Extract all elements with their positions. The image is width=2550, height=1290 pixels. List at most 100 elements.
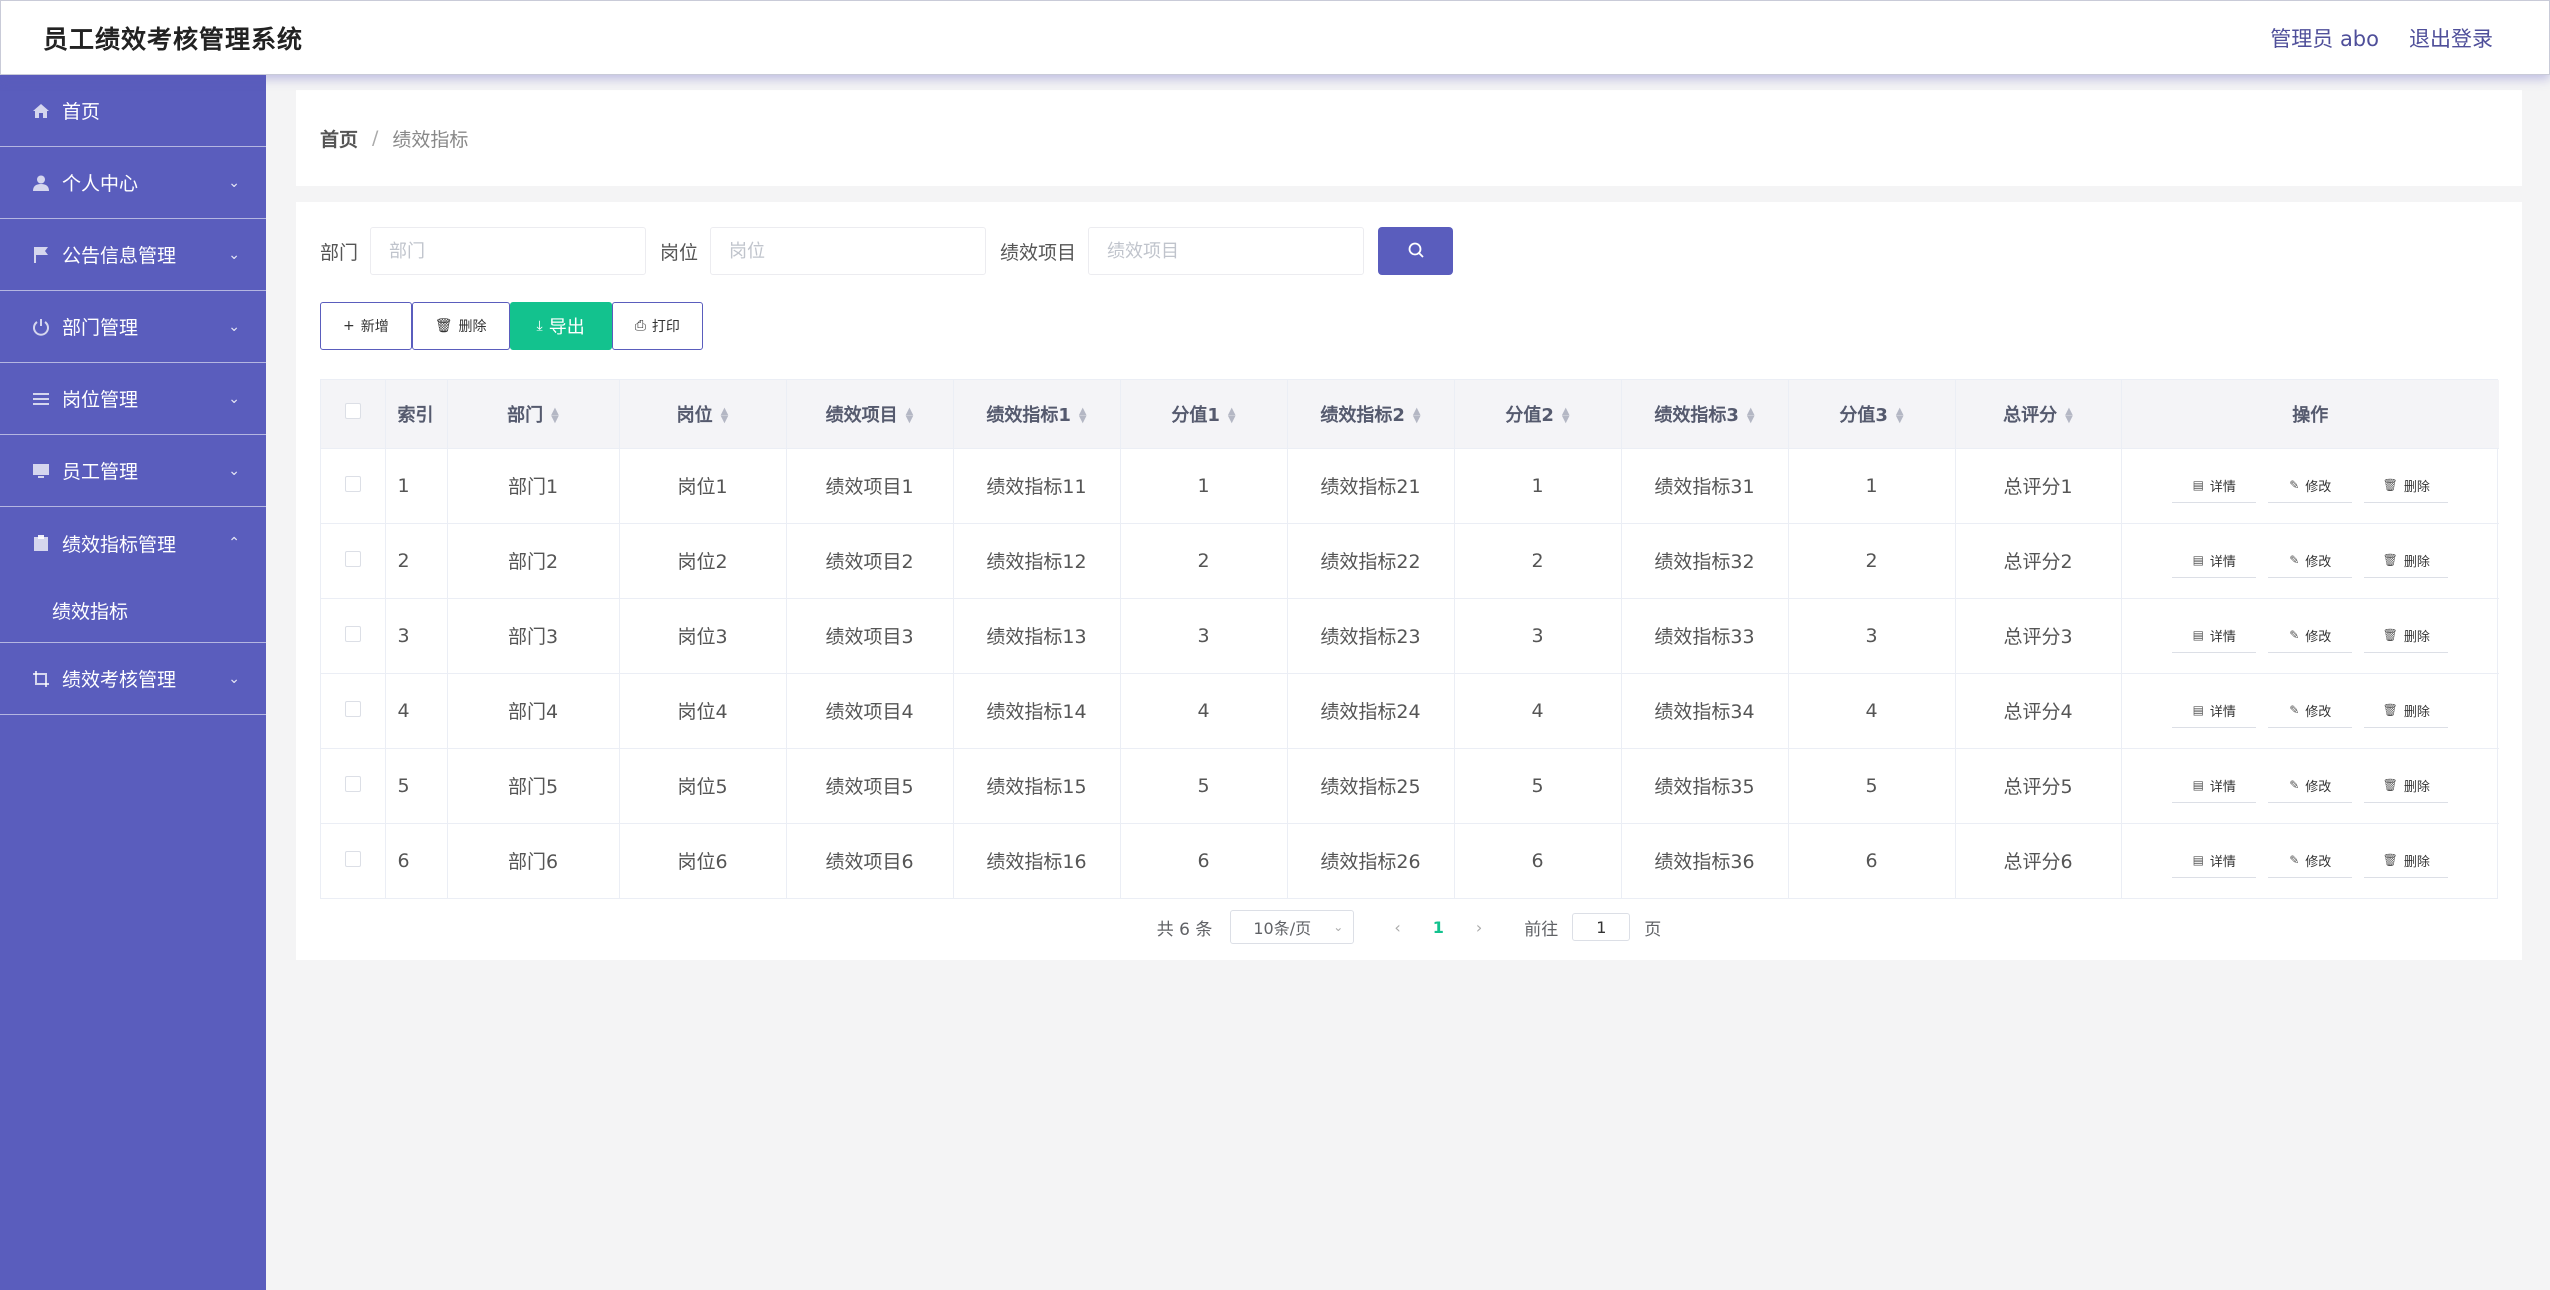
column-header[interactable]: 岗位 ▲ ▼ — [619, 380, 787, 448]
row-checkbox[interactable] — [344, 625, 361, 642]
sidebar-subitem-kpi[interactable]: 绩效指标 — [0, 579, 266, 643]
column-header[interactable]: 部门 ▲ ▼ — [447, 380, 620, 448]
sort-icon[interactable]: ▲ ▼ — [906, 406, 914, 424]
edit-button[interactable]: ✎ 修改 — [2268, 618, 2353, 653]
column-header[interactable]: 分值2 ▲ ▼ — [1454, 380, 1622, 448]
table-cell: 绩效指标35 — [1621, 747, 1789, 823]
batch-delete-button[interactable]: 🗑 删除 — [411, 302, 510, 350]
dept-label: 部门 — [320, 241, 359, 264]
table-cell: 3 — [1120, 597, 1288, 673]
table-cell: 绩效指标15 — [953, 747, 1121, 823]
sidebar-item-profile[interactable]: 个人中心 ⌄ — [0, 147, 266, 219]
sort-icon[interactable]: ▲ ▼ — [1228, 406, 1236, 424]
row-actions: ▤ 详情 ✎ 修改 🗑 删除 — [2122, 749, 2500, 823]
export-button[interactable]: ⤓ 导出 — [509, 302, 612, 350]
goto-page-input[interactable] — [1572, 913, 1631, 941]
print-button[interactable]: ⎙ 打印 — [611, 302, 703, 350]
column-header[interactable]: 分值3 ▲ ▼ — [1788, 380, 1956, 448]
search-button[interactable] — [1378, 227, 1454, 275]
delete-button[interactable]: 🗑 删除 — [2364, 543, 2449, 578]
logout-link[interactable]: 退出登录 — [2409, 23, 2493, 53]
sort-icon[interactable]: ▲ ▼ — [2065, 406, 2073, 424]
table-cell: 总评分5 — [1955, 747, 2122, 823]
sidebar-item-employee[interactable]: 员工管理 ⌄ — [0, 435, 266, 507]
table-cell: 绩效指标34 — [1621, 672, 1789, 748]
breadcrumb-home[interactable]: 首页 — [320, 125, 358, 152]
sort-icon[interactable]: ▲ ▼ — [551, 406, 559, 424]
row-checkbox[interactable] — [344, 550, 361, 567]
sidebar-item-department[interactable]: 部门管理 ⌄ — [0, 291, 266, 363]
add-button[interactable]: + 新增 — [320, 302, 412, 350]
sort-icon[interactable]: ▲ ▼ — [1413, 406, 1421, 424]
detail-button[interactable]: ▤ 详情 — [2172, 768, 2257, 803]
row-checkbox[interactable] — [344, 475, 361, 492]
column-header[interactable]: 总评分 ▲ ▼ — [1955, 380, 2122, 448]
download-icon: ⤓ — [536, 318, 543, 334]
sort-icon[interactable]: ▲ ▼ — [1896, 406, 1904, 424]
sort-icon[interactable]: ▲ ▼ — [1747, 406, 1755, 424]
row-checkbox[interactable] — [344, 850, 361, 867]
detail-button[interactable]: ▤ 详情 — [2172, 468, 2257, 503]
edit-button[interactable]: ✎ 修改 — [2268, 693, 2353, 728]
trash-icon: 🗑 — [2382, 628, 2398, 642]
delete-button[interactable]: 🗑 删除 — [2364, 843, 2449, 878]
sort-icon[interactable]: ▲ ▼ — [721, 406, 729, 424]
monitor-icon — [30, 460, 52, 482]
delete-button[interactable]: 🗑 删除 — [2364, 618, 2449, 653]
pencil-icon: ✎ — [2289, 703, 2300, 717]
prev-page-button[interactable]: ‹ — [1386, 918, 1408, 937]
column-header[interactable]: 绩效项目 ▲ ▼ — [786, 380, 954, 448]
edit-button[interactable]: ✎ 修改 — [2268, 543, 2353, 578]
row-actions-cell: ▤ 详情 ✎ 修改 🗑 删除 — [2121, 447, 2499, 523]
table-row: 6 部门6 岗位6 绩效项目6 绩效指标16 6 绩效指标26 6 绩效指标36 6 总评分6 ▤ 详情… — [321, 822, 2499, 898]
sidebar-item-label: 绩效指标管理 — [62, 533, 177, 556]
content-panel: 部门 岗位 绩效项目 + 新增 🗑 删除 ⤓ 导出 ⎙ 打印 — [296, 202, 2522, 960]
column-header[interactable]: 绩效指标1 ▲ ▼ — [953, 380, 1121, 448]
sidebar-item-label: 绩效考核管理 — [62, 669, 177, 691]
sidebar-item-notice[interactable]: 公告信息管理 ⌄ — [0, 219, 266, 291]
edit-button[interactable]: ✎ 修改 — [2268, 768, 2353, 803]
detail-button[interactable]: ▤ 详情 — [2172, 618, 2257, 653]
trash-icon: 🗑 — [2382, 553, 2398, 567]
row-checkbox[interactable] — [344, 700, 361, 717]
table-body: 1 部门1 岗位1 绩效项目1 绩效指标11 1 绩效指标21 1 绩效指标31 1 总评分1 ▤ 详情… — [321, 447, 2500, 898]
row-checkbox[interactable] — [344, 775, 361, 792]
table-row: 3 部门3 岗位3 绩效项目3 绩效指标13 3 绩效指标23 3 绩效指标33 3 总评分3 ▤ 详情… — [321, 597, 2499, 673]
select-all-checkbox[interactable] — [344, 403, 361, 420]
delete-button[interactable]: 🗑 删除 — [2364, 768, 2449, 803]
edit-button[interactable]: ✎ 修改 — [2268, 843, 2353, 878]
sidebar-item-home[interactable]: 首页 — [0, 75, 266, 147]
page-size-select[interactable]: 10条/页 ⌄ — [1230, 910, 1355, 944]
sidebar: 首页 个人中心 ⌄ 公告信息管理 ⌄ 部门管理 ⌄ 岗位管理 ⌄ 员工管理 ⌄ — [0, 75, 266, 1290]
chevron-down-icon: ⌄ — [1333, 920, 1344, 934]
sort-icon[interactable]: ▲ ▼ — [1562, 406, 1570, 424]
select-all-cell — [321, 380, 386, 448]
delete-button[interactable]: 🗑 删除 — [2364, 468, 2449, 503]
delete-button[interactable]: 🗑 删除 — [2364, 693, 2449, 728]
post-search-input[interactable] — [710, 227, 987, 275]
table-cell: 绩效指标33 — [1621, 597, 1789, 673]
dept-search-input[interactable] — [370, 227, 647, 275]
column-header[interactable]: 分值1 ▲ ▼ — [1120, 380, 1288, 448]
document-icon: ▤ — [2192, 853, 2204, 867]
page-number[interactable]: 1 — [1423, 918, 1454, 937]
sidebar-item-label: 员工管理 — [62, 461, 139, 483]
table-cell: 总评分1 — [1955, 447, 2122, 523]
breadcrumb-separator: / — [372, 127, 379, 149]
column-header[interactable]: 绩效指标3 ▲ ▼ — [1621, 380, 1789, 448]
sidebar-item-label: 公告信息管理 — [62, 245, 177, 267]
current-user-label: 管理员 abo — [2270, 26, 2379, 51]
detail-button[interactable]: ▤ 详情 — [2172, 543, 2257, 578]
project-search-input[interactable] — [1088, 227, 1365, 275]
sidebar-item-post[interactable]: 岗位管理 ⌄ — [0, 363, 266, 435]
sidebar-item-assessment[interactable]: 绩效考核管理 ⌄ — [0, 643, 266, 715]
detail-button[interactable]: ▤ 详情 — [2172, 693, 2257, 728]
edit-button[interactable]: ✎ 修改 — [2268, 468, 2353, 503]
next-page-button[interactable]: › — [1468, 918, 1490, 937]
table-cell: 绩效指标22 — [1287, 522, 1455, 598]
sidebar-item-kpi[interactable]: 绩效指标管理 ⌃ — [0, 507, 266, 579]
detail-button[interactable]: ▤ 详情 — [2172, 843, 2257, 878]
column-header[interactable]: 绩效指标2 ▲ ▼ — [1287, 380, 1455, 448]
table-row: 5 部门5 岗位5 绩效项目5 绩效指标15 5 绩效指标25 5 绩效指标35 5 总评分5 ▤ 详情… — [321, 747, 2500, 823]
sort-icon[interactable]: ▲ ▼ — [1079, 406, 1087, 424]
